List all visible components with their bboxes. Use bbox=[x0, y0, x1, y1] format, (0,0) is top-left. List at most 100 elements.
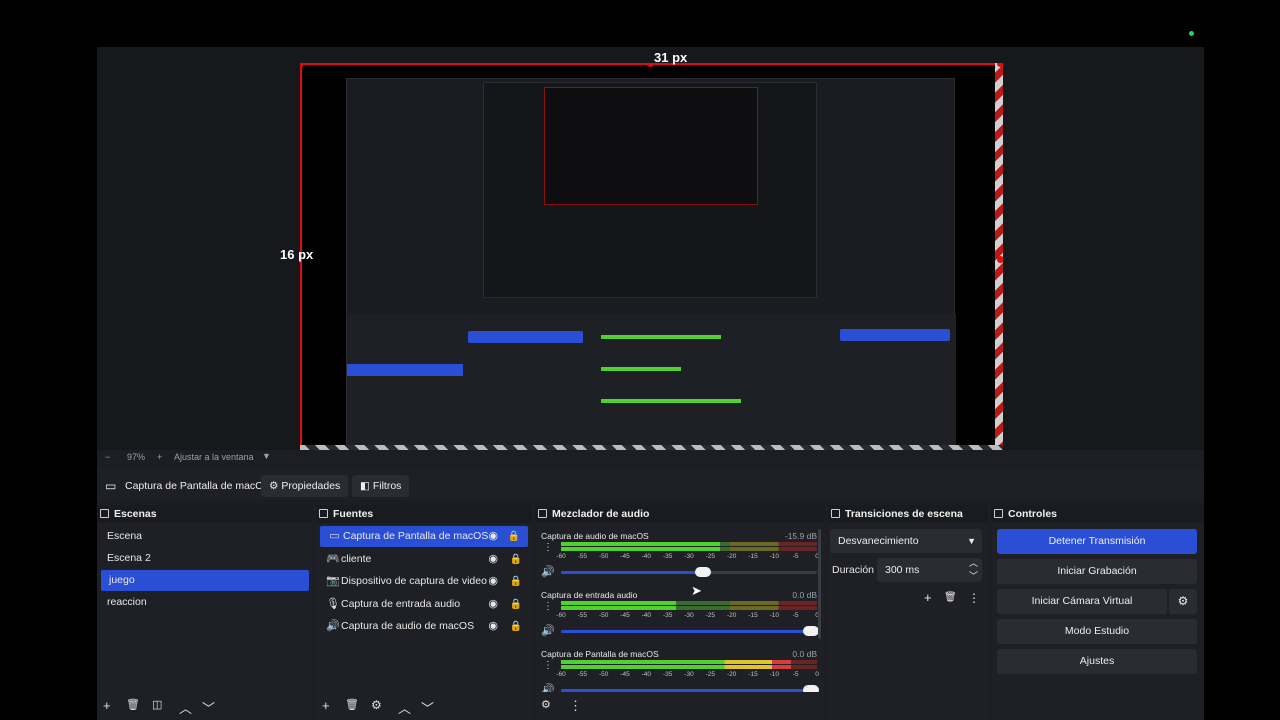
dock-float-icon[interactable] bbox=[538, 509, 547, 518]
filters-button[interactable]: ◧ Filtros bbox=[352, 475, 410, 497]
obs-window: 31 px 16 px − 97% + Ajustar a la ventana… bbox=[97, 47, 1204, 720]
scene-item[interactable]: reaccion bbox=[99, 592, 311, 613]
volume-meter bbox=[561, 542, 817, 552]
scene-item[interactable]: Escena 2 bbox=[99, 548, 311, 569]
volume-slider[interactable] bbox=[561, 567, 817, 577]
zoom-level: 97% bbox=[127, 452, 146, 462]
filter-icon[interactable]: ◫ bbox=[152, 698, 162, 711]
trash-icon[interactable]: 🗑 bbox=[126, 698, 140, 711]
stepper-down-icon[interactable]: ﹀ bbox=[969, 564, 978, 588]
gamepad-icon: 🎮 bbox=[326, 553, 340, 565]
source-item[interactable]: 🔊 Captura de audio de macOS ◉ 🔒 bbox=[318, 616, 530, 637]
volume-fill bbox=[561, 571, 710, 574]
nested-preview-deep bbox=[544, 87, 758, 205]
speaker-icon[interactable]: 🔊 bbox=[541, 624, 555, 637]
meter-fill-right bbox=[561, 606, 677, 610]
eye-icon[interactable]: ◉ bbox=[488, 571, 498, 592]
dock-float-icon[interactable] bbox=[994, 509, 1003, 518]
source-item[interactable]: 🎙 Captura de entrada audio ◉ 🔒 bbox=[318, 594, 530, 615]
zoom-in-button[interactable]: + bbox=[157, 452, 162, 462]
add-icon[interactable]: + bbox=[924, 590, 932, 605]
sources-toolbar: + 🗑 ⚙ ︿ ﹀ bbox=[316, 692, 532, 720]
properties-button[interactable]: ⚙ Propiedades bbox=[261, 475, 349, 497]
lock-icon[interactable]: 🔒 bbox=[508, 526, 520, 547]
kebab-menu-icon[interactable]: ⋮ bbox=[968, 591, 980, 605]
volume-knob[interactable] bbox=[695, 567, 712, 577]
resize-handle-right-center[interactable] bbox=[997, 256, 1003, 263]
eye-icon[interactable]: ◉ bbox=[488, 526, 498, 547]
meter-fill-right bbox=[561, 547, 720, 551]
dock-float-icon[interactable] bbox=[831, 509, 840, 518]
monitor-icon: ▭ bbox=[329, 530, 340, 542]
volume-slider[interactable] bbox=[561, 626, 819, 636]
lock-icon[interactable]: 🔒 bbox=[510, 549, 522, 570]
controls-dock: Controles Detener Transmisión Iniciar Gr… bbox=[991, 505, 1204, 720]
chevron-down-icon: ▼ bbox=[967, 536, 976, 546]
scale-tick-label: -15 bbox=[748, 612, 758, 619]
eye-icon[interactable]: ◉ bbox=[488, 616, 498, 637]
transition-select[interactable]: Desvanecimiento ▼ bbox=[830, 529, 982, 553]
lock-icon[interactable]: 🔒 bbox=[510, 571, 522, 592]
kebab-menu-icon[interactable]: ⋮ bbox=[543, 661, 553, 671]
virtual-camera-settings-icon[interactable]: ⚙ bbox=[1169, 589, 1197, 614]
chevron-down-icon[interactable]: ﹀ bbox=[421, 698, 434, 717]
meter-fill-left bbox=[561, 542, 720, 546]
preview-area[interactable]: 31 px 16 px bbox=[97, 47, 1204, 450]
dock-float-icon[interactable] bbox=[319, 509, 328, 518]
lock-icon[interactable]: 🔒 bbox=[510, 616, 522, 637]
source-label: Captura de entrada audio bbox=[341, 598, 461, 610]
filter-icon: ◧ bbox=[360, 480, 373, 492]
scale-tick-label: -20 bbox=[726, 553, 737, 560]
trash-icon[interactable]: 🗑 bbox=[944, 592, 957, 603]
start-recording-button[interactable]: Iniciar Grabación bbox=[997, 559, 1197, 584]
speaker-icon[interactable]: 🔊 bbox=[541, 683, 555, 692]
add-icon[interactable]: + bbox=[322, 698, 330, 713]
speaker-icon[interactable]: 🔊 bbox=[541, 565, 555, 578]
preview-canvas[interactable] bbox=[300, 63, 1003, 450]
volume-fill bbox=[561, 630, 817, 633]
start-virtual-camera-button[interactable]: Iniciar Cámara Virtual bbox=[997, 589, 1167, 614]
chevron-up-icon[interactable]: ︿ bbox=[179, 698, 192, 717]
zoom-out-button[interactable]: − bbox=[105, 452, 110, 462]
eye-icon[interactable]: ◉ bbox=[488, 549, 498, 570]
scale-tick-label: -45 bbox=[620, 553, 630, 560]
source-item[interactable]: 📷 Dispositivo de captura de video ◉ 🔒 bbox=[318, 571, 530, 592]
kebab-menu-icon[interactable]: ⋮ bbox=[569, 698, 582, 714]
meter-scale: -60 -55 -50 -45 -40 -35 -30 -25 -20 -15 -10 -5 0 bbox=[556, 553, 819, 561]
source-item-selected[interactable]: ▭ Captura de Pantalla de macOS ◉ 🔒 bbox=[320, 526, 528, 547]
scene-item[interactable]: Escena bbox=[99, 526, 311, 547]
source-item[interactable]: 🎮 cliente ◉ 🔒 bbox=[318, 549, 530, 570]
controls-header: Controles bbox=[991, 505, 1204, 523]
fit-window-label[interactable]: Ajustar a la ventana bbox=[174, 452, 254, 462]
resize-handle-top-right[interactable] bbox=[997, 63, 1003, 67]
fit-dropdown-icon[interactable]: ▼ bbox=[262, 451, 271, 461]
studio-mode-button[interactable]: Modo Estudio bbox=[997, 619, 1197, 644]
kebab-menu-icon[interactable]: ⋮ bbox=[543, 602, 553, 612]
add-icon[interactable]: + bbox=[103, 698, 111, 713]
mixer-scrollbar[interactable] bbox=[818, 529, 821, 639]
mixer-channel: Captura de audio de macOS -15.9 dB ⋮ -60 -55… bbox=[541, 531, 819, 589]
monitor-icon: ▭ bbox=[105, 479, 117, 493]
chevron-down-icon[interactable]: ﹀ bbox=[202, 698, 215, 717]
stop-stream-button[interactable]: Detener Transmisión bbox=[997, 529, 1197, 554]
lock-icon[interactable]: 🔒 bbox=[510, 594, 522, 615]
resize-handle-top-left[interactable] bbox=[300, 63, 304, 67]
duration-input[interactable]: 300 ms ︿ ﹀ bbox=[877, 558, 982, 582]
chevron-up-icon[interactable]: ︿ bbox=[398, 698, 411, 717]
resize-handle-top-center[interactable] bbox=[647, 63, 654, 67]
mixer-toolbar: ⚙ ⋮ bbox=[535, 692, 825, 720]
audio-mixer-dock: Mezclador de audio Captura de audio de m… bbox=[535, 505, 825, 720]
settings-button[interactable]: Ajustes bbox=[997, 649, 1197, 674]
volume-knob[interactable] bbox=[803, 685, 819, 692]
volume-knob[interactable] bbox=[803, 626, 819, 636]
gear-icon[interactable]: ⚙ bbox=[371, 698, 382, 712]
dock-float-icon[interactable] bbox=[100, 509, 109, 518]
advanced-audio-icon[interactable]: ⚙ bbox=[541, 698, 551, 711]
eye-icon[interactable]: ◉ bbox=[488, 594, 498, 615]
kebab-menu-icon[interactable]: ⋮ bbox=[543, 543, 553, 553]
trash-icon[interactable]: 🗑 bbox=[345, 698, 359, 711]
scale-tick-label: -50 bbox=[598, 612, 609, 619]
channel-name: Captura de Pantalla de macOS bbox=[541, 649, 659, 659]
mixer-channels: Captura de audio de macOS -15.9 dB ⋮ -60 -55… bbox=[535, 525, 825, 692]
scene-item-selected[interactable]: juego bbox=[101, 570, 309, 591]
